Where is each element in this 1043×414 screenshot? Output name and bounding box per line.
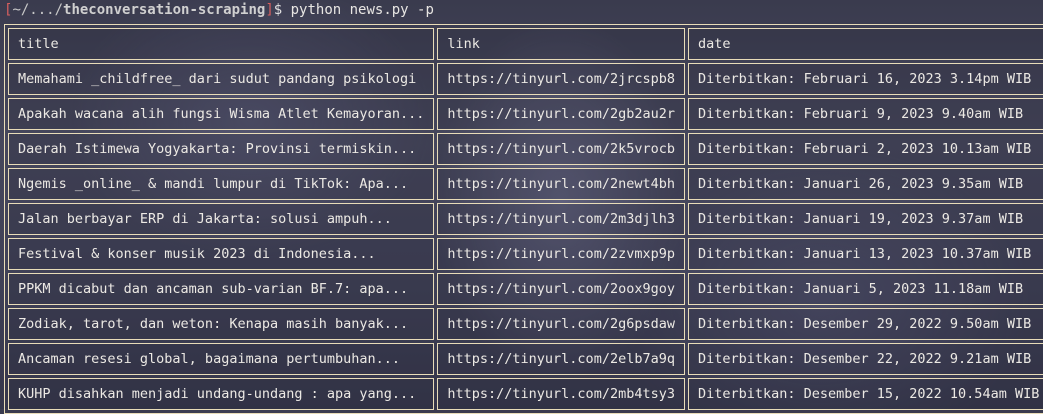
cell-date: Diterbitkan: Februari 9, 2023 9.40am WIB [687,98,1043,130]
table-row: Ancaman resesi global, bagaimana pertumb… [8,343,1043,375]
cell-title: Jalan berbayar ERP di Jakarta: solusi am… [8,203,435,235]
prompt-command: python news.py -p [290,2,434,18]
cell-title: PPKM dicabut dan ancaman sub-varian BF.7… [8,273,435,305]
table-row: Festival & konser musik 2023 di Indonesi… [8,238,1043,270]
cell-date: Diterbitkan: Januari 19, 2023 9.37am WIB [687,203,1043,235]
cell-title: Ngemis _online_ & mandi lumpur di TikTok… [8,168,435,200]
news-table: title link date Memahami _childfree_ dar… [4,24,1043,414]
cell-date: Diterbitkan: Desember 22, 2022 9.21am WI… [687,343,1043,375]
prompt-path-prefix: ~/.../ [12,2,64,18]
prompt-bracket-close: ] [265,2,274,18]
cell-title: Apakah wacana alih fungsi Wisma Atlet Ke… [8,98,435,130]
cell-link: https://tinyurl.com/2g6psdaw [437,308,685,340]
cell-date: Diterbitkan: Februari 16, 2023 3.14pm WI… [687,63,1043,95]
cell-title: Festival & konser musik 2023 di Indonesi… [8,238,435,270]
table-row: Daerah Istimewa Yogyakarta: Provinsi ter… [8,133,1043,165]
table-row: KUHP disahkan menjadi undang-undang : ap… [8,378,1043,410]
table-row: Jalan berbayar ERP di Jakarta: solusi am… [8,203,1043,235]
table-row: Ngemis _online_ & mandi lumpur di TikTok… [8,168,1043,200]
cell-date: Diterbitkan: Desember 15, 2022 10.54am W… [687,378,1043,410]
cell-link: https://tinyurl.com/2oox9goy [437,273,685,305]
column-header-title: title [8,28,435,60]
table-row: Zodiak, tarot, dan weton: Kenapa masih b… [8,308,1043,340]
cell-title: KUHP disahkan menjadi undang-undang : ap… [8,378,435,410]
cell-date: Diterbitkan: Desember 29, 2022 9.50am WI… [687,308,1043,340]
cell-link: https://tinyurl.com/2m3djlh3 [437,203,685,235]
table-header-row: title link date [8,28,1043,60]
column-header-link: link [437,28,685,60]
terminal-window[interactable]: [~/.../theconversation-scraping]$ python… [0,0,1043,414]
table-body: Memahami _childfree_ dari sudut pandang … [8,63,1043,410]
column-header-date: date [687,28,1043,60]
cell-link: https://tinyurl.com/2mb4tsy3 [437,378,685,410]
cell-title: Ancaman resesi global, bagaimana pertumb… [8,343,435,375]
cell-link: https://tinyurl.com/2zvmxp9p [437,238,685,270]
cell-title: Daerah Istimewa Yogyakarta: Provinsi ter… [8,133,435,165]
shell-prompt: [~/.../theconversation-scraping]$ python… [4,0,434,20]
table-row: Apakah wacana alih fungsi Wisma Atlet Ke… [8,98,1043,130]
cell-title: Zodiak, tarot, dan weton: Kenapa masih b… [8,308,435,340]
cell-link: https://tinyurl.com/2elb7a9q [437,343,685,375]
table-row: PPKM dicabut dan ancaman sub-varian BF.7… [8,273,1043,305]
cell-link: https://tinyurl.com/2gb2au2r [437,98,685,130]
cell-link: https://tinyurl.com/2k5vrocb [437,133,685,165]
cell-date: Diterbitkan: Januari 26, 2023 9.35am WIB [687,168,1043,200]
table-row: Memahami _childfree_ dari sudut pandang … [8,63,1043,95]
cell-date: Diterbitkan: Januari 5, 2023 11.18am WIB [687,273,1043,305]
cell-link: https://tinyurl.com/2jrcspb8 [437,63,685,95]
prompt-directory: theconversation-scraping [63,2,266,18]
cell-title: Memahami _childfree_ dari sudut pandang … [8,63,435,95]
cell-link: https://tinyurl.com/2newt4bh [437,168,685,200]
cell-date: Diterbitkan: Februari 2, 2023 10.13am WI… [687,133,1043,165]
cell-date: Diterbitkan: Januari 13, 2023 10.37am WI… [687,238,1043,270]
prompt-symbol: $ [273,2,291,18]
